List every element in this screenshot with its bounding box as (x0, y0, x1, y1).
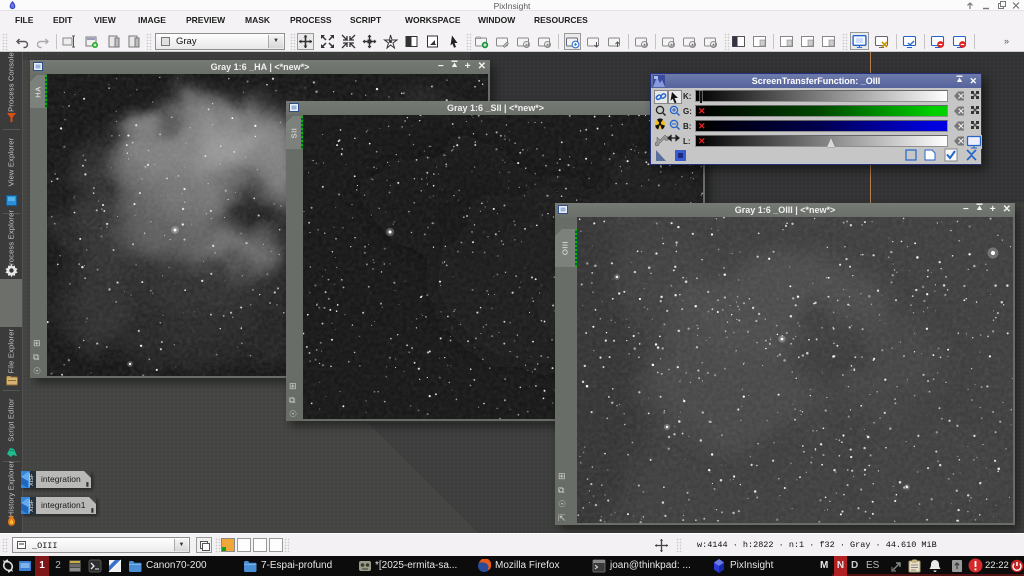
svg-text:XISF: XISF (29, 499, 35, 512)
svg-text:XISF: XISF (29, 473, 35, 486)
